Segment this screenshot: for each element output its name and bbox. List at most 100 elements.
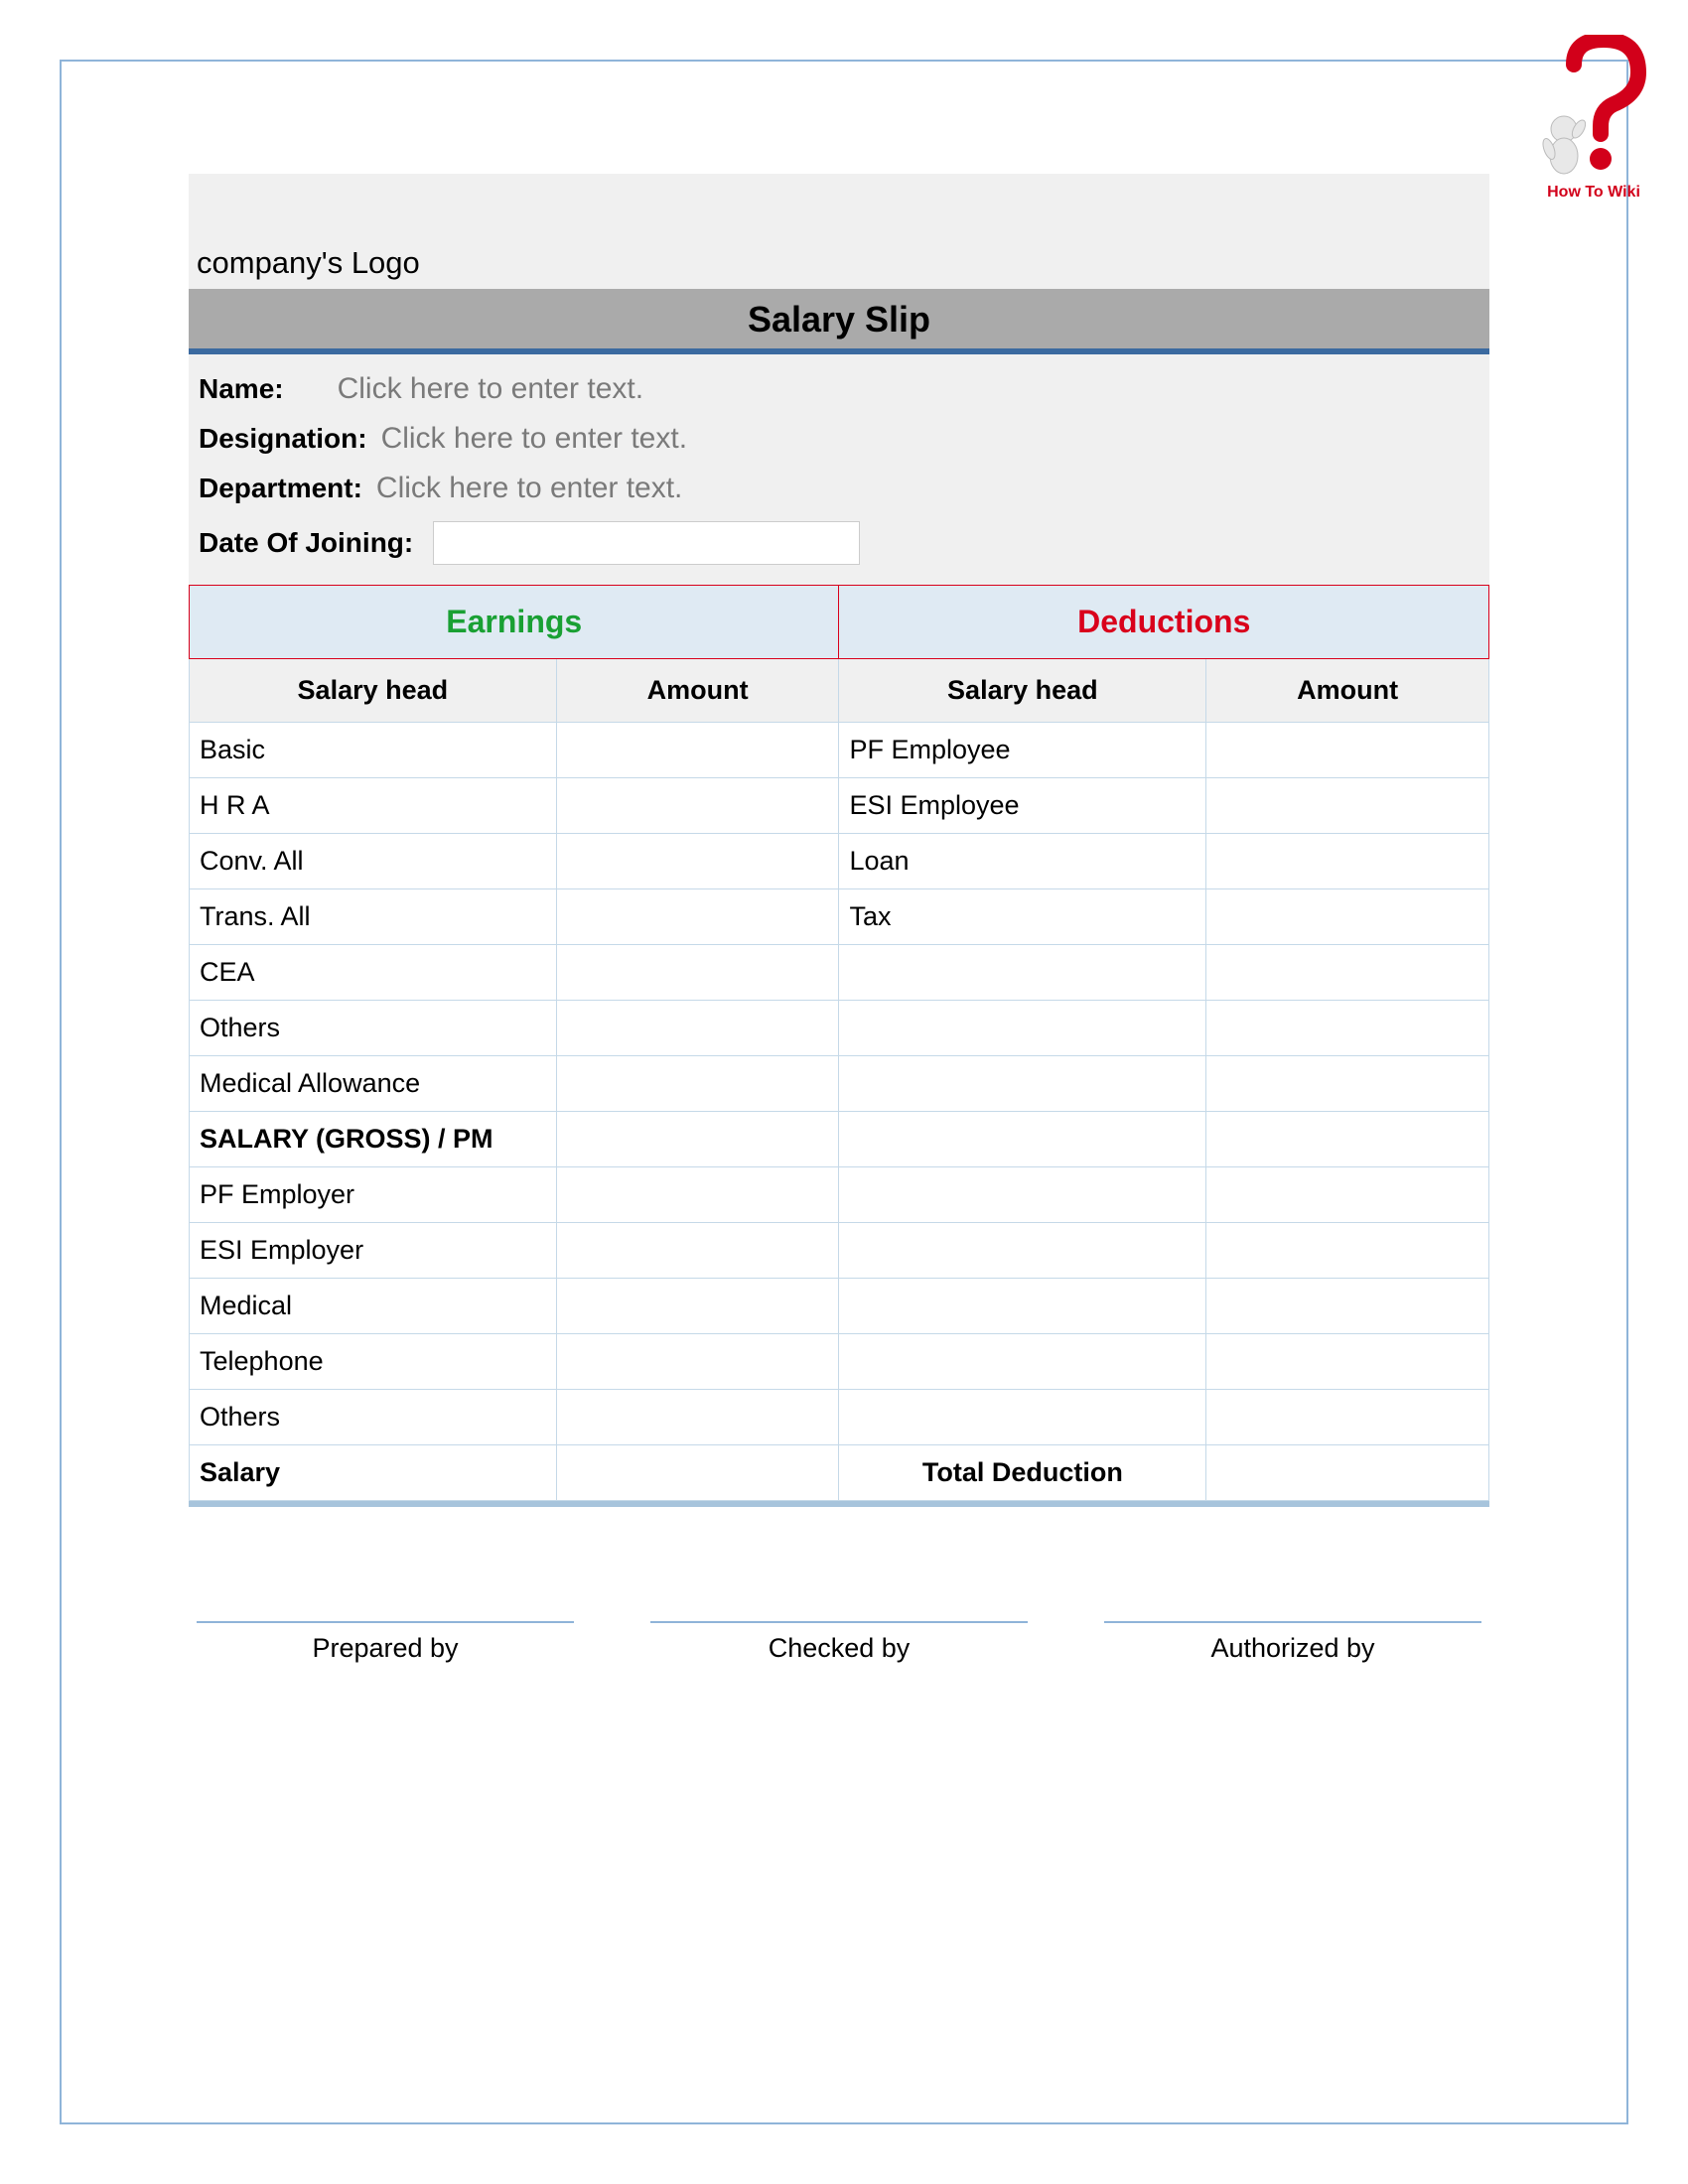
- name-field[interactable]: Click here to enter text.: [338, 372, 643, 406]
- earn-amount-cell[interactable]: [556, 1001, 839, 1056]
- ded-head-cell: [839, 1279, 1206, 1334]
- employee-info-block: Name: Click here to enter text. Designat…: [189, 354, 1489, 585]
- ded-amount-cell[interactable]: [1206, 723, 1489, 778]
- earn-head-cell: PF Employer: [190, 1167, 557, 1223]
- earn-head-cell: Conv. All: [190, 834, 557, 889]
- name-row: Name: Click here to enter text.: [199, 364, 1479, 414]
- ded-amount-cell[interactable]: [1206, 1001, 1489, 1056]
- earn-head-cell: CEA: [190, 945, 557, 1001]
- earn-amount-cell[interactable]: [556, 889, 839, 945]
- ded-head-cell: [839, 1223, 1206, 1279]
- authorized-by-label: Authorized by: [1104, 1633, 1481, 1664]
- earn-head-cell: Telephone: [190, 1334, 557, 1390]
- earn-amount-cell[interactable]: [556, 778, 839, 834]
- table-row: Basic PF Employee: [190, 723, 1489, 778]
- department-row: Department: Click here to enter text.: [199, 464, 1479, 513]
- ded-head-cell: ESI Employee: [839, 778, 1206, 834]
- column-header-row: Salary head Amount Salary head Amount: [190, 659, 1489, 723]
- ded-amount-cell[interactable]: [1206, 1056, 1489, 1112]
- name-label: Name:: [199, 373, 284, 405]
- earn-head-cell: Others: [190, 1390, 557, 1445]
- earn-amount-cell[interactable]: [556, 1056, 839, 1112]
- authorized-by-block: Authorized by: [1104, 1621, 1481, 1664]
- checked-by-label: Checked by: [650, 1633, 1028, 1664]
- table-row: SALARY (GROSS) / PM: [190, 1112, 1489, 1167]
- ded-amount-cell[interactable]: [1206, 834, 1489, 889]
- earn-amount-cell[interactable]: [556, 1279, 839, 1334]
- ded-head-cell: Tax: [839, 889, 1206, 945]
- ded-amount-cell[interactable]: [1206, 945, 1489, 1001]
- signature-section: Prepared by Checked by Authorized by: [189, 1621, 1489, 1664]
- doj-row: Date Of Joining:: [199, 513, 1479, 573]
- watermark-logo: How To Wiki: [1529, 35, 1658, 204]
- earn-amount-cell[interactable]: [556, 1167, 839, 1223]
- section-header-row: Earnings Deductions: [190, 586, 1489, 659]
- earn-head-cell: Trans. All: [190, 889, 557, 945]
- table-row: Conv. All Loan: [190, 834, 1489, 889]
- doj-input[interactable]: [433, 521, 860, 565]
- earn-amount-cell[interactable]: [556, 1445, 839, 1501]
- designation-row: Designation: Click here to enter text.: [199, 414, 1479, 464]
- prepared-by-block: Prepared by: [197, 1621, 574, 1664]
- department-field[interactable]: Click here to enter text.: [376, 472, 682, 505]
- table-bottom-border: [189, 1501, 1489, 1507]
- table-row: H R A ESI Employee: [190, 778, 1489, 834]
- designation-label: Designation:: [199, 423, 367, 455]
- ded-head-cell: [839, 1167, 1206, 1223]
- ded-head-cell: PF Employee: [839, 723, 1206, 778]
- ded-head-cell: [839, 945, 1206, 1001]
- department-label: Department:: [199, 473, 362, 504]
- authorized-by-line: [1104, 1621, 1481, 1623]
- earn-amount-cell[interactable]: [556, 723, 839, 778]
- salary-slip-document: company's Logo Salary Slip Name: Click h…: [189, 174, 1489, 1664]
- earn-head-cell: Medical: [190, 1279, 557, 1334]
- ded-head-cell: [839, 1390, 1206, 1445]
- table-row: ESI Employer: [190, 1223, 1489, 1279]
- ded-head-cell: [839, 1001, 1206, 1056]
- earn-amount-cell[interactable]: [556, 834, 839, 889]
- doj-label: Date Of Joining:: [199, 527, 413, 559]
- earn-head-cell: Salary: [190, 1445, 557, 1501]
- ded-head-cell: [839, 1056, 1206, 1112]
- ded-amount-cell[interactable]: [1206, 1390, 1489, 1445]
- deductions-header: Deductions: [839, 586, 1489, 659]
- table-row: Medical Allowance: [190, 1056, 1489, 1112]
- company-logo-text: company's Logo: [189, 243, 1489, 289]
- ded-amount-cell[interactable]: [1206, 778, 1489, 834]
- salary-table: Earnings Deductions Salary head Amount S…: [189, 585, 1489, 1501]
- ded-head-cell: [839, 1112, 1206, 1167]
- earn-amount-cell[interactable]: [556, 1112, 839, 1167]
- table-row: CEA: [190, 945, 1489, 1001]
- prepared-by-label: Prepared by: [197, 1633, 574, 1664]
- table-row: PF Employer: [190, 1167, 1489, 1223]
- ded-amount-cell[interactable]: [1206, 1334, 1489, 1390]
- ded-head-cell: Loan: [839, 834, 1206, 889]
- table-row: Others: [190, 1001, 1489, 1056]
- col-ded-head: Salary head: [839, 659, 1206, 723]
- earn-head-cell: Others: [190, 1001, 557, 1056]
- ded-amount-cell[interactable]: [1206, 1445, 1489, 1501]
- earn-head-cell: Basic: [190, 723, 557, 778]
- earn-head-cell: ESI Employer: [190, 1223, 557, 1279]
- earn-amount-cell[interactable]: [556, 1390, 839, 1445]
- table-row: Medical: [190, 1279, 1489, 1334]
- earn-amount-cell[interactable]: [556, 1223, 839, 1279]
- ded-amount-cell[interactable]: [1206, 1112, 1489, 1167]
- ded-amount-cell[interactable]: [1206, 1279, 1489, 1334]
- ded-head-cell: Total Deduction: [839, 1445, 1206, 1501]
- prepared-by-line: [197, 1621, 574, 1623]
- checked-by-block: Checked by: [650, 1621, 1028, 1664]
- earn-head-cell: SALARY (GROSS) / PM: [190, 1112, 557, 1167]
- logo-area: [189, 174, 1489, 243]
- earn-head-cell: Medical Allowance: [190, 1056, 557, 1112]
- designation-field[interactable]: Click here to enter text.: [381, 422, 687, 456]
- ded-head-cell: [839, 1334, 1206, 1390]
- ded-amount-cell[interactable]: [1206, 1223, 1489, 1279]
- watermark-label: How To Wiki: [1529, 184, 1658, 202]
- earn-head-cell: H R A: [190, 778, 557, 834]
- earn-amount-cell[interactable]: [556, 945, 839, 1001]
- ded-amount-cell[interactable]: [1206, 1167, 1489, 1223]
- ded-amount-cell[interactable]: [1206, 889, 1489, 945]
- earn-amount-cell[interactable]: [556, 1334, 839, 1390]
- table-row: Telephone: [190, 1334, 1489, 1390]
